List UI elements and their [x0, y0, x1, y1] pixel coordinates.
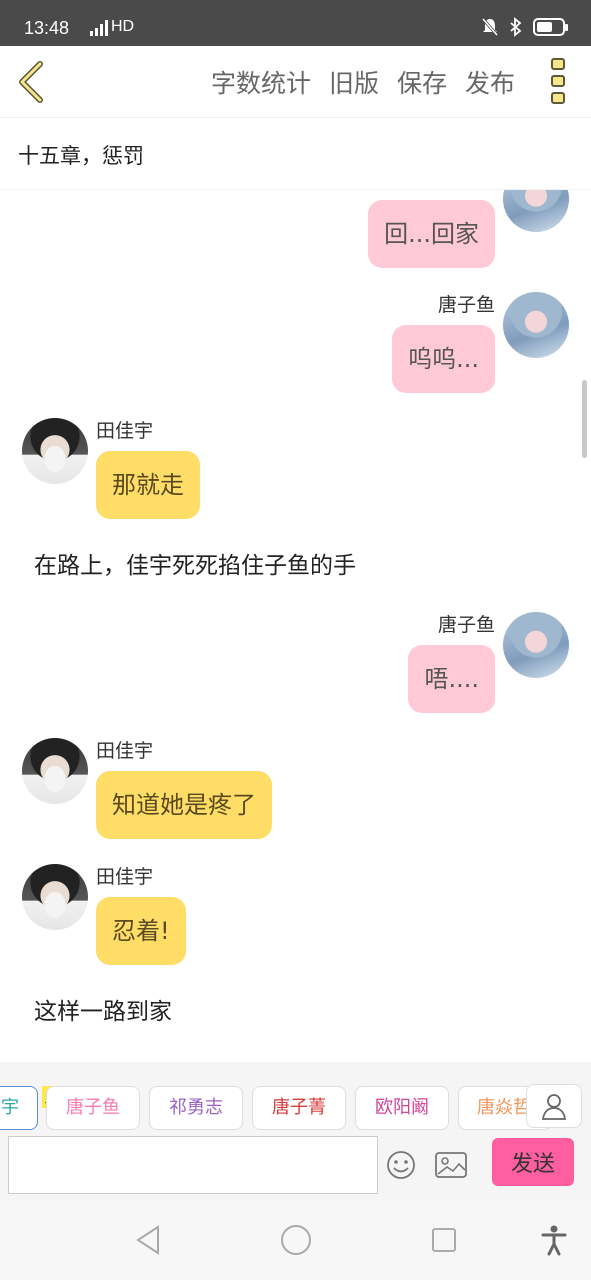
character-chip[interactable]: 唐子菁: [252, 1086, 346, 1130]
add-character-button[interactable]: [526, 1084, 582, 1128]
message-input[interactable]: [8, 1136, 378, 1194]
chat-bubble[interactable]: 呜呜...: [392, 325, 495, 393]
speaker-name: 田佳宇: [96, 420, 154, 442]
accessibility-icon[interactable]: [540, 1224, 568, 1256]
character-name: 欧阳阚: [375, 1097, 429, 1118]
avatar[interactable]: [503, 190, 569, 232]
narration-text[interactable]: 在路上，佳宇死死掐住子鱼的手: [34, 546, 356, 580]
network-indicator: HD: [90, 18, 134, 36]
chapter-title[interactable]: 十五章，惩罚: [18, 140, 144, 170]
chat-bubble[interactable]: 那就走: [96, 451, 200, 519]
character-name: 唐子菁: [272, 1097, 326, 1118]
chat-area[interactable]: 回...回家 唐子鱼 呜呜... 田佳宇 那就走 在路上，佳宇死死掐住子鱼的手 …: [0, 190, 591, 1062]
save-button[interactable]: 保存: [397, 64, 447, 100]
character-name: 唐子鱼: [66, 1097, 120, 1118]
speaker-name: 田佳宇: [96, 866, 154, 888]
status-bar: 13:48 HD: [0, 0, 591, 46]
chat-bubble[interactable]: 回...回家: [368, 200, 495, 268]
nav-home-icon[interactable]: [280, 1224, 312, 1256]
chat-bubble[interactable]: 知道她是疼了: [96, 771, 272, 839]
bluetooth-icon: [510, 17, 522, 37]
avatar[interactable]: [22, 864, 88, 930]
narration-text[interactable]: 这样一路到家: [34, 992, 172, 1026]
status-icons: [481, 17, 568, 37]
character-chip[interactable]: 宇: [0, 1086, 38, 1130]
battery-icon: [533, 18, 568, 36]
image-icon[interactable]: [434, 1150, 468, 1180]
avatar[interactable]: [22, 738, 88, 804]
scrollbar[interactable]: [582, 380, 587, 458]
speaker-name: 唐子鱼: [437, 294, 495, 316]
mute-icon: [481, 18, 499, 36]
status-time: 13:48: [24, 18, 70, 38]
speaker-name: 唐子鱼: [437, 614, 495, 636]
chapter-header: 十五章，惩罚: [0, 118, 591, 190]
signal-icon: [90, 20, 108, 36]
speaker-name: 田佳宇: [96, 740, 154, 762]
chat-bubble[interactable]: 忍着!: [96, 897, 186, 965]
nav-recents-icon[interactable]: [430, 1224, 458, 1256]
character-chip[interactable]: 祁勇志: [149, 1086, 243, 1130]
user-icon: [541, 1094, 567, 1120]
send-button[interactable]: 发送: [492, 1138, 574, 1186]
character-selector: 宇 主 唐子鱼 祁勇志 唐子菁 欧阳阚 唐焱哲: [0, 1062, 591, 1134]
chat-bubble[interactable]: 唔....: [408, 645, 495, 713]
old-version-button[interactable]: 旧版: [329, 64, 379, 100]
emoji-icon[interactable]: [386, 1150, 416, 1180]
system-nav-bar: [0, 1200, 591, 1280]
character-chip[interactable]: 唐子鱼: [46, 1086, 140, 1130]
nav-back-icon[interactable]: [134, 1224, 162, 1256]
more-menu-icon[interactable]: [551, 58, 567, 104]
character-name: 祁勇志: [169, 1097, 223, 1118]
word-count-button[interactable]: 字数统计: [211, 64, 311, 100]
character-name: 唐焱哲: [477, 1097, 531, 1118]
network-label: HD: [111, 18, 135, 35]
avatar[interactable]: [503, 612, 569, 678]
message-input-bar: 发送: [0, 1134, 591, 1200]
top-app-bar: 字数统计 旧版 保存 发布: [0, 46, 591, 118]
back-arrow-icon[interactable]: [12, 58, 52, 106]
avatar[interactable]: [22, 418, 88, 484]
toolbar-actions: 字数统计 旧版 保存 发布: [211, 64, 515, 100]
character-chip[interactable]: 欧阳阚: [355, 1086, 449, 1130]
character-name: 宇: [1, 1097, 19, 1118]
publish-button[interactable]: 发布: [465, 64, 515, 100]
avatar[interactable]: [503, 292, 569, 358]
